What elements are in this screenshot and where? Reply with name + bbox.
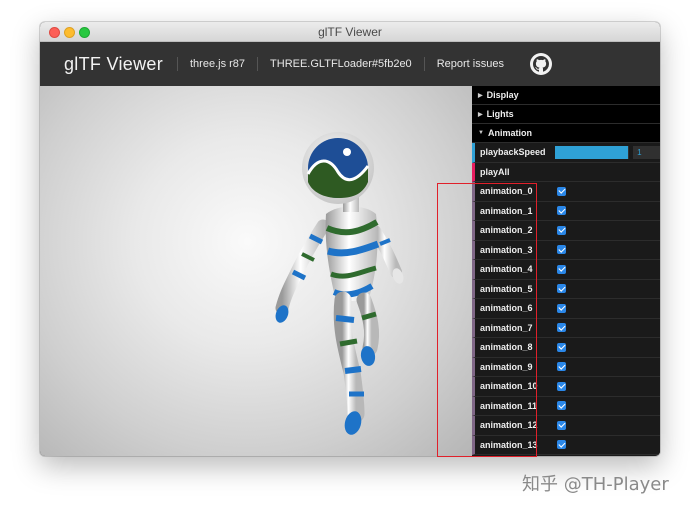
- folder-lights[interactable]: ▶ Lights: [472, 105, 660, 124]
- playback-speed-label: playbackSpeed: [480, 147, 546, 158]
- animation-label: animation_2: [480, 225, 533, 236]
- animation-row: animation_5: [472, 279, 660, 299]
- animation-label: animation_0: [480, 186, 533, 197]
- nav-link-gltfloader[interactable]: THREE.GLTFLoader#5fb2e0: [257, 57, 424, 71]
- animation-row: animation_6: [472, 299, 660, 319]
- gui-panel: ▶ Display ▶ Lights ▼ Animation playbackS…: [472, 86, 660, 456]
- animation-checkbox[interactable]: [557, 323, 566, 333]
- animation-label: animation_9: [480, 361, 533, 372]
- animation-label: animation_12: [480, 420, 538, 431]
- triangle-right-icon: ▶: [478, 92, 483, 99]
- watermark-text: 知乎 @TH-Player: [522, 474, 669, 495]
- animation-row: animation_13: [472, 435, 660, 455]
- animation-row: animation_8: [472, 338, 660, 358]
- animation-checkbox[interactable]: [557, 381, 566, 391]
- animation-checkbox[interactable]: [557, 245, 566, 255]
- animation-checkbox[interactable]: [557, 206, 566, 216]
- animation-label: animation_8: [480, 342, 533, 353]
- animation-row: animation_10: [472, 377, 660, 397]
- folder-lights-label: Lights: [486, 109, 514, 119]
- character-model: [275, 132, 404, 435]
- playback-speed-row: playbackSpeed 1: [472, 143, 660, 163]
- playback-speed-input[interactable]: 1: [633, 145, 660, 159]
- animation-list: animation_0 animation_1 animation_2animati…: [472, 182, 660, 455]
- animation-row: animation_9: [472, 357, 660, 377]
- animation-label: animation_6: [480, 303, 533, 314]
- animation-checkbox[interactable]: [557, 303, 566, 313]
- nav-link-report-issues[interactable]: Report issues: [423, 57, 516, 71]
- animation-label: animation_5: [480, 283, 533, 294]
- animation-row: animation_7: [472, 318, 660, 338]
- animation-row: animation_12: [472, 416, 660, 436]
- animation-checkbox[interactable]: [557, 225, 566, 235]
- animation-row: animation_2: [472, 221, 660, 241]
- animation-checkbox[interactable]: [557, 440, 566, 450]
- playback-speed-slider-fill: [554, 145, 628, 159]
- animation-checkbox[interactable]: [557, 420, 566, 430]
- animation-row: animation_3: [472, 240, 660, 260]
- window-title: glTF Viewer: [318, 25, 382, 39]
- animation-row: animation_4: [472, 260, 660, 280]
- nav-link-threejs[interactable]: three.js r87: [177, 57, 257, 71]
- animation-checkbox[interactable]: [557, 284, 566, 294]
- play-all-button[interactable]: playAll: [472, 162, 660, 182]
- animation-checkbox[interactable]: [557, 186, 566, 196]
- title-bar: glTF Viewer: [40, 22, 660, 42]
- animation-label: animation_10: [480, 381, 538, 392]
- animation-checkbox[interactable]: [557, 342, 566, 352]
- triangle-right-icon: ▶: [478, 111, 483, 118]
- playback-speed-slider[interactable]: [554, 145, 630, 159]
- animation-label: animation_1: [480, 205, 533, 216]
- animation-label: animation_4: [480, 264, 533, 275]
- animation-row: animation_11: [472, 396, 660, 416]
- model-viewport[interactable]: [40, 86, 472, 456]
- folder-animation-label: Animation: [487, 128, 532, 138]
- animation-row: animation_1: [472, 201, 660, 221]
- animation-label: animation_3: [480, 244, 533, 255]
- animation-label: animation_11: [480, 400, 538, 411]
- triangle-down-icon: ▼: [478, 130, 484, 136]
- github-icon[interactable]: [529, 53, 552, 75]
- animation-checkbox[interactable]: [557, 264, 566, 274]
- animation-checkbox[interactable]: [557, 362, 566, 372]
- app-header: glTF Viewer three.js r87 THREE.GLTFLoade…: [40, 42, 660, 86]
- animation-label: animation_13: [480, 439, 538, 450]
- app-window: glTF Viewer glTF Viewer three.js r87 THR…: [40, 22, 660, 456]
- animation-label: animation_7: [480, 322, 533, 333]
- folder-animation[interactable]: ▼ Animation: [472, 124, 660, 143]
- animation-checkbox[interactable]: [557, 401, 566, 411]
- folder-display[interactable]: ▶ Display: [472, 86, 660, 105]
- folder-display-label: Display: [486, 90, 519, 100]
- play-all-label: playAll: [480, 166, 510, 177]
- brand-title[interactable]: glTF Viewer: [40, 54, 177, 75]
- animation-row: animation_0: [472, 182, 660, 202]
